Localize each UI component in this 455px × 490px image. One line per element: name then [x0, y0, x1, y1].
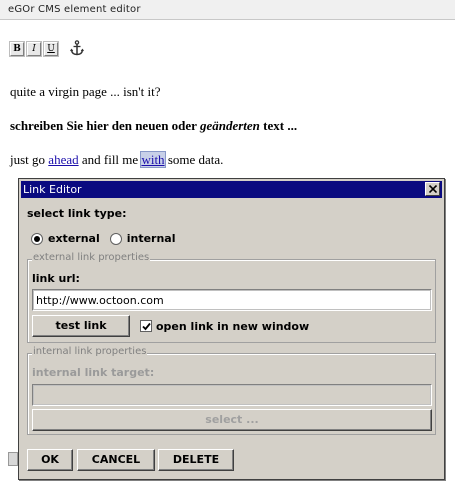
app-title: eGOr CMS element editor [8, 4, 141, 15]
radio-internal[interactable] [109, 232, 122, 245]
link-url-input[interactable]: http://www.octoon.com [32, 289, 432, 311]
checkmark-icon [141, 322, 151, 330]
anchor-icon [70, 40, 84, 56]
link-type-label: select link type: [27, 207, 127, 220]
link-url-label: link url: [32, 272, 80, 285]
external-link-legend: external link properties [32, 252, 151, 263]
radio-internal-label[interactable]: internal [127, 232, 176, 245]
italic-button[interactable]: I [26, 41, 42, 57]
internal-link-fieldset: internal link properties internal link t… [27, 346, 436, 435]
paragraph-2-start: schreiben Sie hier den neuen oder [10, 118, 200, 133]
dialog-close-button[interactable] [425, 182, 440, 196]
paragraph-3-end: some data. [164, 152, 224, 167]
link-with-selected[interactable]: with [140, 151, 166, 168]
paragraph-1[interactable]: quite a virgin page ... isn't it? [10, 84, 161, 100]
underline-button[interactable]: U [43, 41, 59, 57]
radio-selected-dot [34, 235, 40, 242]
insert-link-button[interactable] [69, 40, 85, 56]
paragraph-2[interactable]: schreiben Sie hier den neuen oder geände… [10, 118, 297, 134]
paragraph-2-end: text ... [259, 118, 298, 133]
link-ahead[interactable]: ahead [48, 152, 78, 167]
delete-button[interactable]: DELETE [158, 449, 234, 471]
cancel-button[interactable]: CANCEL [77, 449, 155, 471]
test-link-button[interactable]: test link [32, 315, 130, 337]
format-toolbar: B I U [9, 40, 85, 57]
new-window-label[interactable]: open link in new window [156, 320, 309, 333]
paragraph-3-start: just go [10, 152, 49, 167]
paragraph-3[interactable]: just go ahead and fill me with some data… [10, 151, 224, 168]
select-target-button[interactable]: select ... [32, 409, 432, 431]
dialog-title-bar[interactable]: Link Editor [21, 181, 442, 198]
paragraph-3-mid: and fill me [78, 152, 142, 167]
ok-button[interactable]: OK [27, 449, 73, 471]
radio-external-label[interactable]: external [48, 232, 100, 245]
new-window-checkbox[interactable] [140, 320, 152, 332]
app-title-bar: eGOr CMS element editor [0, 0, 455, 20]
internal-target-label: internal link target: [32, 366, 155, 379]
internal-target-input[interactable] [32, 384, 432, 406]
link-editor-dialog: Link Editor select link type: external i… [18, 178, 445, 480]
close-icon [428, 185, 437, 193]
bold-button[interactable]: B [9, 41, 25, 57]
radio-external[interactable] [31, 232, 43, 245]
paragraph-2-italic: geänderten [199, 118, 260, 133]
internal-link-legend: internal link properties [32, 346, 148, 357]
dialog-title: Link Editor [23, 183, 82, 196]
link-type-radio-group: external internal [31, 232, 186, 245]
external-link-fieldset: external link properties link url: http:… [27, 252, 436, 343]
hidden-editor-button[interactable] [8, 452, 18, 466]
